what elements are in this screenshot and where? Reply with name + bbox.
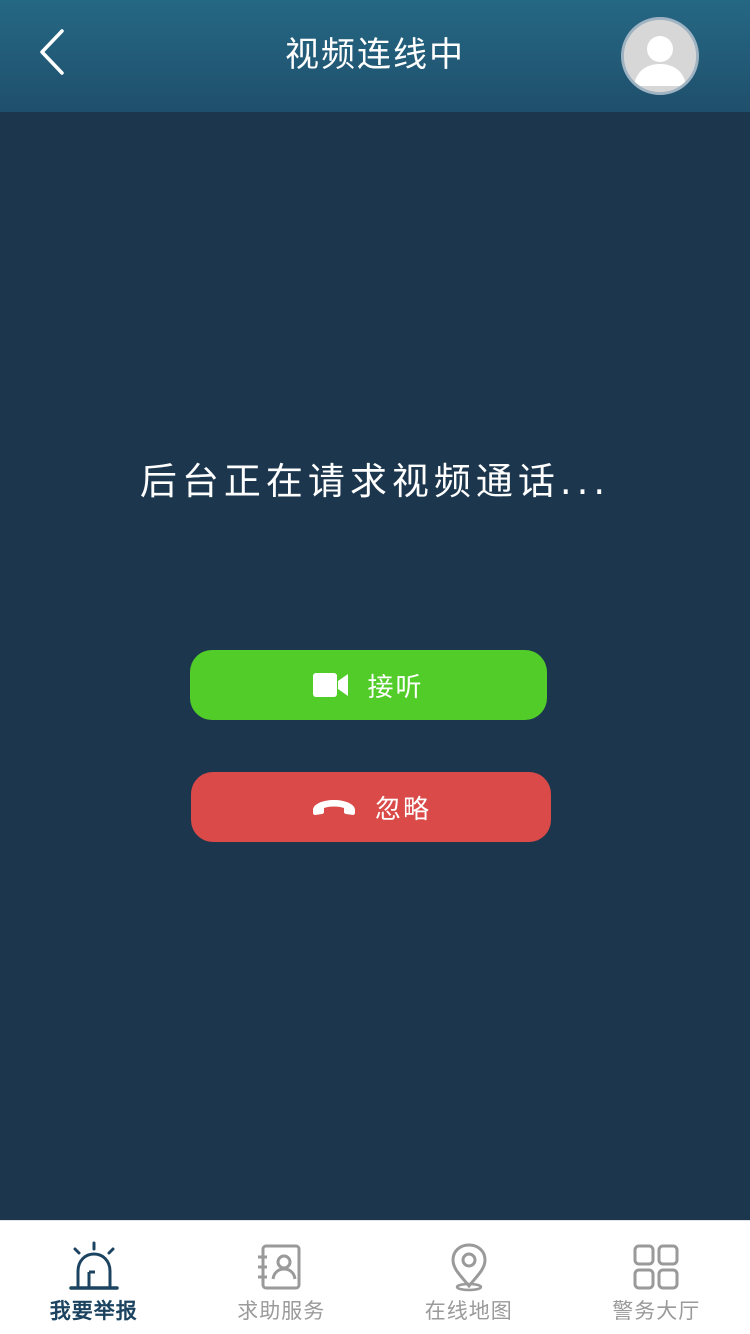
tab-label: 我要举报 [49,1299,138,1323]
answer-button-label: 接听 [367,672,424,703]
map-pin-icon [447,1241,491,1293]
call-status-text: 后台正在请求视频通话... [139,460,611,503]
tab-label: 警务大厅 [612,1299,701,1323]
tab-label: 在线地图 [424,1299,513,1323]
tab-report[interactable]: 我要举报 [0,1221,188,1334]
alarm-siren-icon [66,1241,122,1293]
contact-card-icon [257,1241,305,1293]
video-camera-icon [313,672,349,698]
tab-online-map[interactable]: 在线地图 [375,1221,563,1334]
phone-hangup-icon [311,797,357,817]
user-avatar-icon [624,20,696,92]
top-navigation-bar: 视频连线中 [0,0,750,112]
bottom-tab-bar: 我要举报 求助服务 在线地图 警务大厅 [0,1220,750,1334]
ignore-button-label: 忽略 [374,794,431,825]
tab-help-service[interactable]: 求助服务 [188,1221,376,1334]
tab-label: 求助服务 [237,1299,326,1323]
tab-police-hall[interactable]: 警务大厅 [563,1221,750,1334]
avatar[interactable] [621,17,699,95]
video-call-panel: 后台正在请求视频通话... 接听 忽略 [0,112,750,1220]
answer-button[interactable]: 接听 [190,650,547,720]
ignore-button[interactable]: 忽略 [191,772,551,842]
grid-apps-icon [632,1241,680,1293]
